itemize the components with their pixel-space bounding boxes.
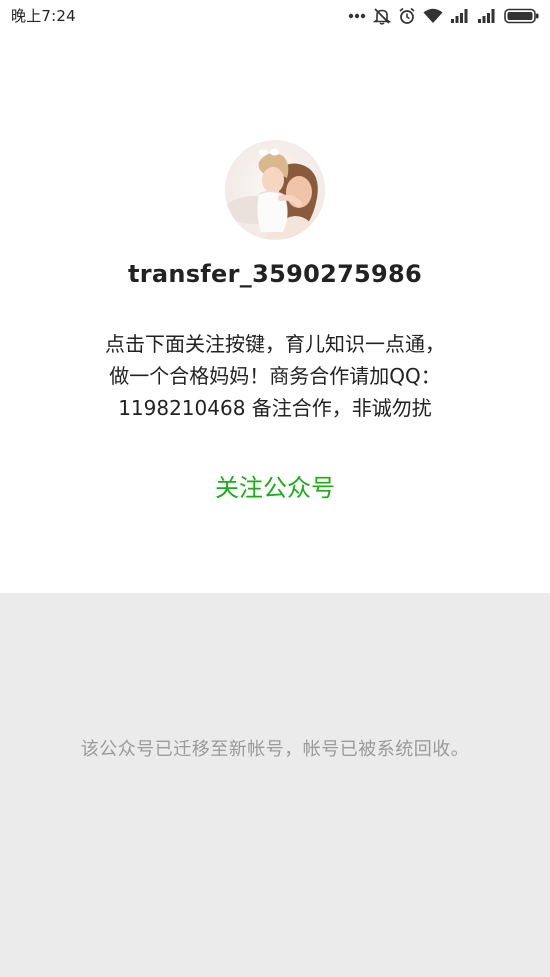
account-description: 点击下面关注按键，育儿知识一点通， 做一个合格妈妈！商务合作请加QQ： 1198…: [60, 328, 490, 424]
signal-icon: [477, 8, 497, 24]
status-time: 晚上7:24: [11, 7, 76, 25]
status-bar: 晚上7:24: [0, 0, 550, 32]
description-line: 点击下面关注按键，育儿知识一点通，: [105, 332, 445, 356]
signal-icon: [450, 8, 470, 24]
account-name: transfer_3590275986: [127, 260, 423, 288]
description-line: 做一个合格妈妈！商务合作请加QQ：: [109, 364, 441, 388]
more-dots-icon: [348, 13, 366, 19]
mother-and-child-photo: [225, 148, 318, 240]
notice-area: 该公众号已迁移至新帐号，帐号已被系统回收。: [0, 593, 550, 977]
avatar: [225, 140, 325, 240]
wifi-icon: [423, 8, 443, 24]
follow-account-button[interactable]: 关注公众号: [175, 468, 375, 508]
alarm-icon: [398, 7, 416, 25]
description-line: 1198210468 备注合作，非诚勿扰: [118, 396, 432, 420]
mute-icon: [373, 7, 391, 25]
battery-icon: [504, 8, 540, 24]
profile-section: transfer_3590275986 点击下面关注按键，育儿知识一点通， 做一…: [0, 32, 550, 593]
migration-notice: 该公众号已迁移至新帐号，帐号已被系统回收。: [80, 739, 470, 760]
status-icons: [348, 4, 540, 28]
